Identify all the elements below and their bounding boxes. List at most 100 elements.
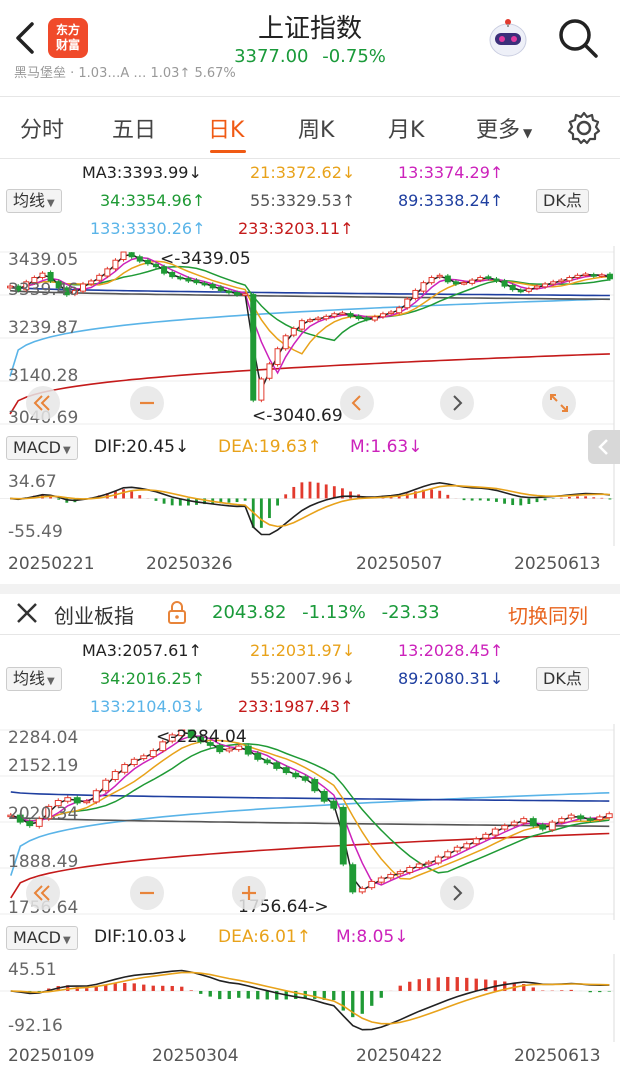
candle-body	[598, 274, 605, 277]
y-tick: 3439.05	[8, 250, 79, 270]
candle-body	[558, 818, 566, 823]
macd-dif: DIF:20.45↓	[94, 437, 190, 457]
tab-intraday[interactable]: 分时	[20, 112, 64, 144]
double-chevron-left-icon	[33, 395, 50, 411]
candle-body	[606, 273, 613, 280]
candle-body	[548, 821, 556, 831]
candle-body	[577, 815, 585, 820]
period-tabs: 分时 五日 日K 周K 月K 更多 ▼	[0, 100, 620, 158]
x-date: 20250304	[152, 1046, 239, 1066]
zoom-in-button[interactable]	[232, 876, 266, 910]
x-date: 20250221	[8, 554, 95, 574]
y-tick: 2020.34	[8, 804, 79, 824]
macd-select[interactable]: MACD ▼	[6, 436, 78, 460]
x-date: 20250507	[356, 554, 443, 574]
candle-body	[517, 289, 524, 293]
candle-body	[436, 274, 443, 278]
candle-body	[185, 277, 192, 282]
dk-point-button[interactable]: DK点	[536, 189, 589, 213]
high-price-label: <-2284.04	[156, 727, 247, 747]
shanghai-kline-chart[interactable]	[0, 246, 620, 430]
macd-dea: DEA:6.01↑	[218, 927, 311, 947]
candle-body	[282, 335, 289, 350]
candle-body	[290, 327, 297, 336]
indicator-select-label: 均线	[13, 669, 46, 688]
tab-weekly-k[interactable]: 周K	[298, 112, 334, 144]
ma55-value: 55:2007.96↓	[250, 669, 356, 688]
candle-body	[377, 877, 385, 883]
news-ticker[interactable]: 黑马堡垒 · 1.03…A … 1.03↑ 5.67%	[0, 62, 620, 82]
chevron-left-icon	[351, 395, 361, 411]
ma34-value: 34:3354.96↑	[100, 191, 206, 210]
tab-five-day[interactable]: 五日	[112, 112, 156, 144]
step-left-button[interactable]	[340, 386, 374, 420]
candle-body	[396, 871, 404, 875]
candle-body	[274, 348, 281, 366]
ma233-value: 233:3203.11↑	[238, 219, 354, 238]
dk-point-button[interactable]: DK点	[536, 667, 589, 691]
candle-body	[73, 797, 81, 804]
candle-body	[225, 748, 233, 752]
tab-monthly-k[interactable]: 月K	[388, 112, 424, 144]
ma133-value: 133:2104.03↓	[90, 697, 206, 716]
shanghai-macd-chart[interactable]	[0, 464, 620, 546]
indicator-select[interactable]: 均线 ▼	[6, 667, 62, 691]
candle-body	[452, 281, 459, 285]
second-index-change-pct: -1.13%	[302, 602, 366, 623]
candle-body	[242, 293, 249, 296]
macd-select[interactable]: MACD ▼	[6, 926, 78, 950]
candle-body	[406, 866, 414, 873]
close-icon[interactable]	[14, 600, 40, 626]
chinext-macd-chart[interactable]	[0, 954, 620, 1042]
second-index-name[interactable]: 创业板指	[54, 600, 134, 629]
caret-down-icon: ▼	[47, 676, 55, 687]
robot-assistant-icon[interactable]	[484, 14, 532, 62]
candle-body	[104, 268, 111, 277]
candle-body	[415, 863, 423, 868]
candle-body	[149, 750, 157, 758]
candle-body	[152, 263, 159, 268]
candle-body	[128, 252, 135, 258]
candle-body	[412, 289, 419, 299]
gear-icon[interactable]	[566, 110, 602, 146]
zoom-out-button[interactable]	[130, 876, 164, 910]
macd-y-bottom: -55.49	[8, 522, 63, 542]
candle-body	[282, 767, 290, 774]
ma-line-ma3	[10, 731, 610, 892]
candle-body	[250, 294, 257, 401]
candle-body	[529, 818, 537, 827]
step-right-button[interactable]	[440, 876, 474, 910]
chinext-kline-chart[interactable]	[0, 724, 620, 920]
candle-body	[88, 280, 95, 285]
step-right-button[interactable]	[440, 386, 474, 420]
lock-icon[interactable]	[166, 601, 188, 625]
ma233-value: 233:1987.43↑	[238, 697, 354, 716]
fullscreen-button[interactable]	[542, 386, 576, 420]
indicator-select[interactable]: 均线 ▼	[6, 189, 62, 213]
chevron-left-icon	[598, 439, 608, 455]
tab-more[interactable]: 更多 ▼	[476, 112, 532, 144]
scroll-left-button[interactable]	[26, 876, 60, 910]
candle-body	[586, 818, 594, 821]
candle-body	[509, 284, 516, 291]
search-icon[interactable]	[556, 16, 600, 60]
y-tick: 3339.46	[8, 280, 79, 300]
x-date: 20250326	[146, 554, 233, 574]
ma-line-ma13	[10, 735, 610, 886]
switch-column-button[interactable]: 切换同列	[508, 600, 588, 629]
candle-body	[428, 276, 435, 284]
expand-icon	[550, 394, 568, 412]
macd-m: M:1.63↓	[350, 437, 423, 457]
scroll-left-button[interactable]	[26, 386, 60, 420]
candle-body	[358, 887, 366, 893]
y-tick: 1888.49	[8, 852, 79, 872]
x-date: 20250109	[8, 1046, 95, 1066]
tab-daily-k[interactable]: 日K	[208, 112, 244, 144]
collapse-panel-button[interactable]	[588, 430, 620, 464]
zoom-out-button[interactable]	[130, 386, 164, 420]
candle-body	[263, 759, 271, 764]
ma89-value: 89:3338.24↑	[398, 191, 504, 210]
candle-body	[379, 313, 386, 318]
candle-body	[582, 273, 589, 277]
y-tick: 3239.87	[8, 318, 79, 338]
